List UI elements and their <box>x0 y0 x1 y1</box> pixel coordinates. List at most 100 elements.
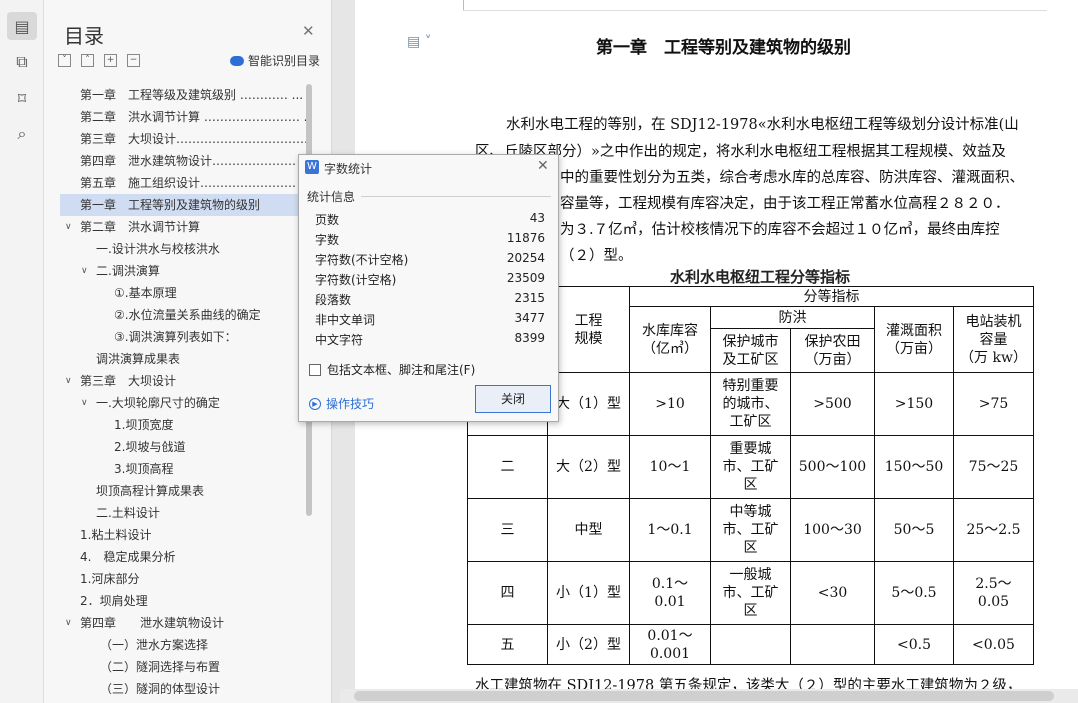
table-cell: <0.5 <box>874 624 954 665</box>
toc-item[interactable]: 3.坝顶高程 <box>60 458 312 480</box>
table-cell: 0.01～ 0.001 <box>629 624 711 665</box>
chevron-down-icon[interactable]: ∨ <box>81 260 93 282</box>
header-cell: 灌溉面积 （万亩） <box>874 306 954 373</box>
table-cell: 100～30 <box>790 498 875 562</box>
scrollbar-thumb[interactable] <box>354 691 1054 701</box>
table-cell: >75 <box>953 372 1034 436</box>
dialog-titlebar[interactable]: W 字数统计 ✕ <box>299 155 558 181</box>
toc-item[interactable]: 调洪演算成果表 <box>60 348 312 370</box>
table-cell: >500 <box>790 372 875 436</box>
toc-item[interactable]: 第二章 洪水调节计算 …………………… ... <box>60 106 312 128</box>
toc-item[interactable]: ∨ 一.大坝轮廓尺寸的确定 <box>60 392 312 414</box>
header-cell: 电站装机 容量 （万 kw） <box>953 306 1034 373</box>
table-cell: 1～0.1 <box>629 498 711 562</box>
toc-item[interactable]: 坝顶高程计算成果表 <box>60 480 312 502</box>
toc-item[interactable]: 第一章 工程等级及建筑级别 ………… ... <box>60 84 312 106</box>
toc-item[interactable]: 4. 稳定成果分析 <box>60 546 312 568</box>
toc-item[interactable]: 二.土料设计 <box>60 502 312 524</box>
page-menu-icon[interactable]: ▤ ˅ <box>407 34 432 50</box>
chevron-up-icon[interactable]: ˄ <box>81 54 94 67</box>
table-cell: 一般城 市、工矿 区 <box>710 561 791 625</box>
table-cell <box>790 624 875 665</box>
bookmark-icon[interactable]: ⌑ <box>7 84 37 112</box>
plus-icon[interactable]: + <box>104 54 117 67</box>
table-cell: 大（1）型 <box>547 372 630 436</box>
toc-item[interactable]: ②.水位流量关系曲线的确定 <box>60 304 312 326</box>
table-cell: >150 <box>874 372 954 436</box>
tips-label: 操作技巧 <box>326 397 375 411</box>
toc-item[interactable]: 1.河床部分 <box>60 568 312 590</box>
table-cell <box>710 624 791 665</box>
margin-marker <box>463 10 1047 11</box>
table-cell: 三 <box>467 498 548 562</box>
folders-icon[interactable]: ⧉ <box>7 48 37 76</box>
table-cell: 小（2）型 <box>547 624 630 665</box>
document-icon[interactable]: ▤ <box>7 12 37 40</box>
minus-icon[interactable]: − <box>127 54 140 67</box>
stat-row: 字符数(计空格) 23509 <box>315 271 545 287</box>
toc-item[interactable]: 2.坝坡与戗道 <box>60 436 312 458</box>
stat-row: 段落数 2315 <box>315 291 545 307</box>
stat-row: 非中文单词 3477 <box>315 311 545 327</box>
header-cell: 工程 规模 <box>547 286 630 373</box>
toc-item[interactable]: 1.坝顶宽度 <box>60 414 312 436</box>
body-line: 容量等，工程规模有库容决定，由于该工程正常蓄水位高程２８２０． <box>560 196 1010 212</box>
toc-list: 第一章 工程等级及建筑级别 ………… ... 第二章 洪水调节计算 ………………… <box>60 84 312 694</box>
smart-toc-button[interactable]: 智能识别目录 <box>230 52 320 69</box>
table-row: 三 中型 1～0.1 中等城 市、工矿 区 100～30 50～5 25～2.5 <box>467 498 1034 562</box>
divider <box>361 196 551 197</box>
table-cell: 50～5 <box>874 498 954 562</box>
table-cell: 5～0.5 <box>874 561 954 625</box>
close-icon[interactable]: ✕ <box>537 158 549 174</box>
body-line: 为３.７亿㎥，估计校核情况下的库容不会超过１０亿㎥，最终由库控 <box>560 222 1000 238</box>
toc-item[interactable]: 第五章 施工组织设计…………………… ... <box>60 172 312 194</box>
close-icon[interactable]: ✕ <box>302 22 315 40</box>
chevron-down-icon[interactable]: ∨ <box>65 612 77 634</box>
dialog-title: 字数统计 <box>324 162 373 176</box>
table-cell: 中等城 市、工矿 区 <box>710 498 791 562</box>
table-title: 水利水电枢纽工程分等指标 <box>670 268 851 286</box>
table-row: 二 大（2）型 10～1 重要城 市、工矿 区 500～100 150～50 7… <box>467 435 1034 499</box>
smart-toc-label: 智能识别目录 <box>248 54 321 68</box>
table-cell: 10～1 <box>629 435 711 499</box>
toc-item[interactable]: ③.调洪演算列表如下： <box>60 326 312 348</box>
table-cell: 二 <box>467 435 548 499</box>
toc-item[interactable]: ∨ 第三章 大坝设计 <box>60 370 312 392</box>
table-cell: 150～50 <box>874 435 954 499</box>
toc-item[interactable]: ①.基本原理 <box>60 282 312 304</box>
chevron-down-icon[interactable]: ∨ <box>65 370 77 392</box>
toc-item[interactable]: （一）泄水方案选择 <box>60 634 312 656</box>
toc-item[interactable]: 一.设计洪水与校核洪水 <box>60 238 312 260</box>
header-cell: 防洪 <box>710 306 875 329</box>
table-cell: >10 <box>629 372 711 436</box>
toc-item[interactable]: （二）隧洞选择与布置 <box>60 656 312 678</box>
toc-item[interactable]: ∨ 二.调洪演算 <box>60 260 312 282</box>
toc-item-selected[interactable]: 第一章 工程等别及建筑物的级别 <box>60 194 312 216</box>
toc-item[interactable]: ∨ 第四章 泄水建筑物设计 <box>60 612 312 634</box>
body-line: 水利水电工程的等别，在 SDJ12-1978«水利水电枢纽工程等级划分设计标准(… <box>506 117 1019 133</box>
checkbox[interactable] <box>309 363 321 376</box>
table-cell: 小（1）型 <box>547 561 630 625</box>
tips-link[interactable]: ▶ 操作技巧 <box>309 395 374 412</box>
chevron-down-icon[interactable]: ∨ <box>81 392 93 414</box>
horizontal-scrollbar[interactable] <box>340 689 1078 703</box>
table-cell: <0.05 <box>953 624 1034 665</box>
toc-toolbar: ˅ ˄ + − <box>58 54 140 67</box>
search-icon[interactable]: ⌕ <box>7 120 37 148</box>
table-cell: 0.1～ 0.01 <box>629 561 711 625</box>
toc-item[interactable]: 1.粘土料设计 <box>60 524 312 546</box>
play-icon: ▶ <box>309 397 321 410</box>
include-textbox-checkbox[interactable]: 包括文本框、脚注和尾注(F) <box>309 361 475 378</box>
toc-item[interactable]: 第三章 大坝设计…………………………… ... <box>60 128 312 150</box>
toc-item[interactable]: 第四章 泄水建筑物设计………………… ... <box>60 150 312 172</box>
toc-item[interactable]: （三）隧洞的体型设计 <box>60 678 312 694</box>
table-cell: 四 <box>467 561 548 625</box>
chevron-down-icon[interactable]: ˅ <box>58 54 71 67</box>
close-button[interactable]: 关闭 <box>475 385 551 413</box>
toc-item[interactable]: ∨ 第二章 洪水调节计算 <box>60 216 312 238</box>
toc-panel: 目录 ✕ ˅ ˄ + − 智能识别目录 第一章 工程等级及建筑级别 ………… .… <box>44 0 332 703</box>
toc-item[interactable]: 2．坝肩处理 <box>60 590 312 612</box>
chevron-down-icon[interactable]: ∨ <box>65 216 77 238</box>
table-cell: 75～25 <box>953 435 1034 499</box>
table-cell: 五 <box>467 624 548 665</box>
